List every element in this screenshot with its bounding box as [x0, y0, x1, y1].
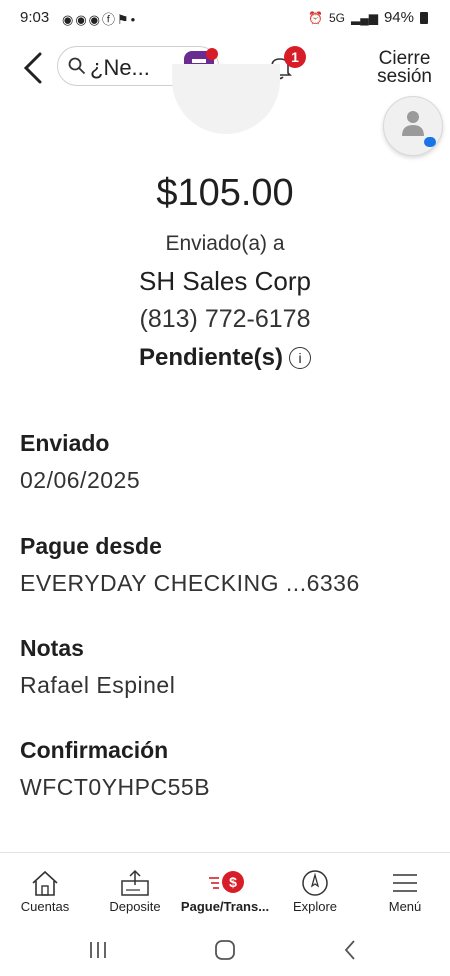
- chat-avatar-button[interactable]: [383, 96, 443, 156]
- sent-to-label: Enviado(a) a: [165, 232, 285, 255]
- detail-sent-date: Enviado 02/06/2025: [20, 430, 440, 494]
- status-bar: 9:03 ◉◉◉ⓕ⚑• ⏰ 5G ▂▄▆ 94%: [0, 0, 450, 34]
- logout-label-line2: sesión: [377, 66, 432, 87]
- back-button[interactable]: [18, 48, 50, 88]
- signal-icon: ▂▄▆: [351, 10, 378, 25]
- search-icon: [68, 57, 86, 75]
- notification-badge: 1: [284, 46, 306, 68]
- system-nav-bar: [0, 924, 450, 976]
- recent-apps-icon[interactable]: [83, 936, 113, 964]
- deposit-icon: [121, 869, 149, 896]
- nav-label: Deposite: [109, 899, 161, 914]
- payee-phone: (813) 772-6178: [139, 305, 311, 333]
- system-back-icon[interactable]: [336, 936, 366, 964]
- fargo-alert-dot: [206, 48, 218, 60]
- chevron-left-icon: [23, 52, 42, 84]
- detail-value: Rafael Espinel: [20, 672, 176, 698]
- payee-avatar-circle: [172, 64, 280, 134]
- network-type: 5G: [328, 10, 345, 25]
- speed-lines-icon: [209, 877, 219, 889]
- nav-accounts[interactable]: Cuentas: [0, 853, 90, 925]
- hamburger-menu-icon: [393, 874, 417, 892]
- notification-icons: ◉◉◉ⓕ⚑•: [62, 12, 138, 27]
- nav-menu[interactable]: Menú: [360, 853, 450, 925]
- detail-label: Pague desde: [20, 533, 162, 559]
- detail-pay-from: Pague desde EVERYDAY CHECKING ...6336: [20, 533, 440, 597]
- detail-value: WFCT0YHPC55B: [20, 774, 211, 800]
- status-time: 9:03: [20, 9, 50, 26]
- home-icon: [32, 870, 58, 896]
- detail-label: Notas: [20, 635, 84, 661]
- home-button-icon[interactable]: [210, 936, 240, 964]
- detail-label: Enviado: [20, 430, 110, 456]
- detail-value: 02/06/2025: [20, 467, 141, 493]
- search-text: ¿Ne...: [90, 55, 150, 80]
- battery-level: 94%: [383, 9, 414, 26]
- detail-value: EVERYDAY CHECKING ...6336: [20, 570, 360, 596]
- status-right-group: ⏰ 5G ▂▄▆ 94%: [308, 9, 428, 26]
- payee-name: SH Sales Corp: [139, 266, 311, 296]
- nav-explore[interactable]: Explore: [270, 853, 360, 925]
- payment-amount: $105.00: [156, 172, 294, 214]
- dollar-icon: $: [222, 871, 244, 893]
- compass-icon: [302, 870, 328, 896]
- nav-pay-transfer[interactable]: $ Pague/Trans...: [180, 853, 270, 925]
- nav-label: Explore: [292, 899, 338, 914]
- battery-icon: [420, 11, 428, 24]
- payment-status: Pendiente(s) i: [0, 344, 450, 372]
- chat-bubble-icon: [424, 137, 436, 147]
- pay-transfer-icon: $: [209, 869, 244, 897]
- detail-label: Confirmación: [20, 737, 169, 763]
- logout-button[interactable]: Cierre sesión: [377, 49, 432, 87]
- detail-notes: Notas Rafael Espinel: [20, 635, 440, 699]
- nav-deposit[interactable]: Deposite: [90, 853, 180, 925]
- bottom-nav: Cuentas Deposite $ Pague/Trans... Explor…: [0, 852, 450, 925]
- alarm-icon: ⏰: [308, 10, 323, 25]
- detail-confirmation: Confirmación WFCT0YHPC55B: [20, 737, 440, 801]
- status-text: Pendiente(s): [138, 344, 284, 371]
- nav-label: Pague/Trans...: [180, 899, 270, 914]
- nav-label: Cuentas: [20, 899, 70, 914]
- nav-label: Menú: [388, 899, 422, 914]
- person-icon: [402, 111, 424, 136]
- info-icon[interactable]: i: [289, 347, 312, 369]
